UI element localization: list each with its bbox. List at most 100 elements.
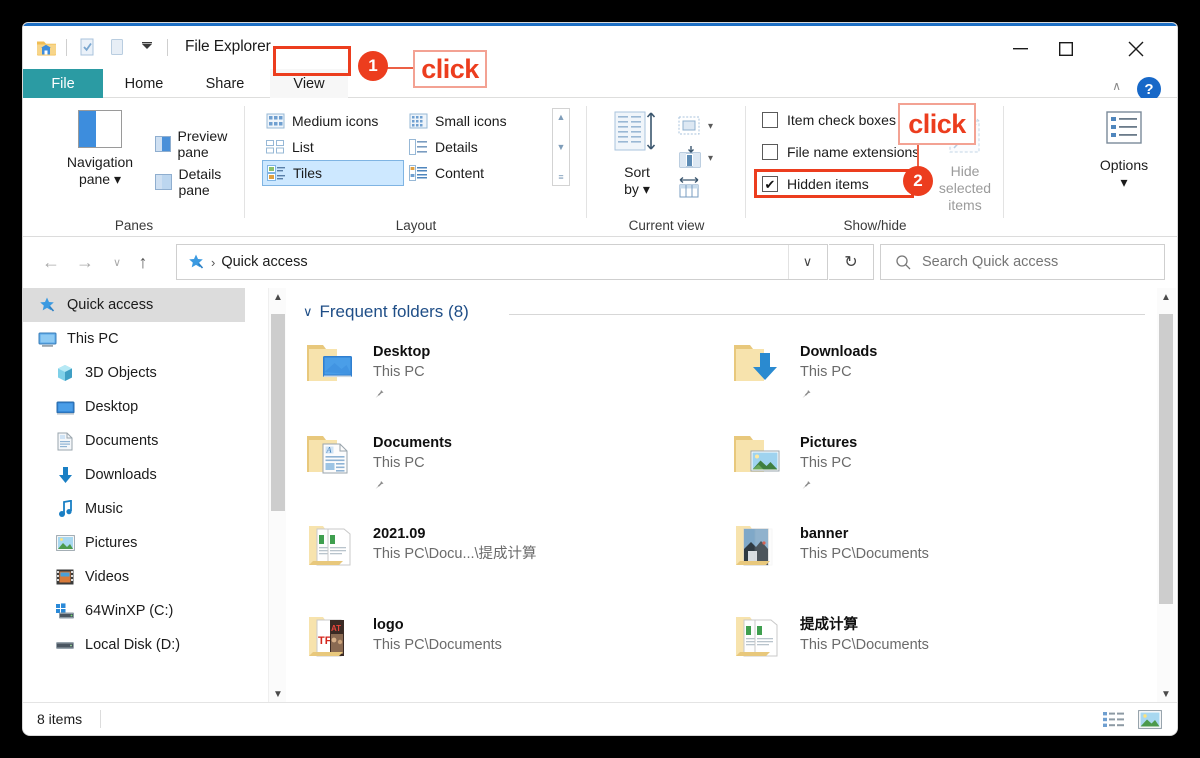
navigation-pane-button[interactable]: Navigation pane ▾ <box>45 110 155 206</box>
tile-subtitle: This PC <box>373 364 425 380</box>
tile-item[interactable]: A Documents This PC <box>303 425 730 516</box>
breadcrumb-separator: › <box>211 254 216 270</box>
sidebar-item-local-disk-d[interactable]: Local Disk (D:) <box>23 628 245 662</box>
checkbox[interactable] <box>762 112 778 128</box>
sidebar-item-quick-access[interactable]: Quick access <box>23 288 245 322</box>
sidebar-item-label: This PC <box>67 331 119 347</box>
layout-medium-icons[interactable]: Medium icons <box>262 108 404 134</box>
hidden-items-checkbox[interactable]: ✔ Hidden items <box>762 176 869 192</box>
details-pane-icon <box>155 174 172 190</box>
refresh-button[interactable]: ↻ <box>829 244 874 280</box>
scroll-down-icon[interactable]: ▼ <box>1157 685 1175 703</box>
details-view-icon[interactable] <box>1101 708 1127 730</box>
tiles-icon <box>267 165 286 181</box>
scrollbar-thumb[interactable] <box>271 314 285 511</box>
tile-name: Documents <box>373 435 452 451</box>
tab-file[interactable]: File <box>23 69 103 98</box>
address-dropdown-button[interactable]: ∨ <box>788 245 826 279</box>
scroll-up-icon[interactable]: ▲ <box>269 288 287 306</box>
layout-details[interactable]: Details <box>405 134 547 160</box>
tile-item[interactable]: banner This PC\Documents <box>730 516 1157 607</box>
preview-pane-button[interactable]: Preview pane <box>155 128 245 160</box>
tile-item[interactable]: 提成计算 This PC\Documents <box>730 607 1157 698</box>
sidebar-item-music[interactable]: Music <box>23 492 245 526</box>
tile-item[interactable]: TFLI AT logo This PC\Documents <box>303 607 730 698</box>
group-by-button[interactable]: ▾ <box>677 112 729 140</box>
layout-label: Medium icons <box>292 113 379 129</box>
scroll-up-icon[interactable]: ▲ <box>557 112 566 122</box>
up-button[interactable]: ↑ <box>129 248 157 276</box>
scroll-up-icon[interactable]: ▲ <box>1157 288 1175 306</box>
item-check-boxes-checkbox[interactable]: Item check boxes <box>762 112 896 128</box>
size-all-columns-button[interactable] <box>677 174 729 202</box>
details-pane-button[interactable]: Details pane <box>155 166 245 198</box>
sidebar-item-label: Pictures <box>85 535 138 551</box>
group-by-icon <box>678 116 700 135</box>
ribbon-tab-bar: File Home Share View <box>23 69 1177 98</box>
new-folder-icon[interactable] <box>102 32 132 62</box>
folder-pictures-icon <box>730 430 786 480</box>
scroll-down-icon[interactable]: ▼ <box>269 685 287 703</box>
file-name-extensions-checkbox[interactable]: File name extensions <box>762 144 919 160</box>
tile-item[interactable]: Pictures This PC <box>730 425 1157 516</box>
scrollbar-thumb[interactable] <box>1159 314 1173 604</box>
sort-by-icon <box>614 110 660 159</box>
tile-name: 提成计算 <box>800 617 858 633</box>
navigation-pane-scrollbar[interactable]: ▲ ▼ <box>268 288 286 703</box>
frequent-folders-group-header[interactable]: ∨ Frequent folders (8) <box>303 302 469 322</box>
folder-icon[interactable] <box>31 32 61 62</box>
search-input[interactable] <box>922 254 1122 270</box>
chevron-down-icon: ▾ <box>708 120 714 132</box>
sidebar-item-documents[interactable]: Documents <box>23 424 245 458</box>
checkbox-checked[interactable]: ✔ <box>762 176 778 192</box>
sidebar-item-pictures[interactable]: Pictures <box>23 526 245 560</box>
details-icon <box>409 139 428 155</box>
options-button[interactable]: Options ▾ <box>1089 110 1159 208</box>
chevron-down-icon[interactable]: ∨ <box>303 304 313 320</box>
navigation-pane-icon <box>78 110 122 148</box>
large-icons-view-icon[interactable] <box>1137 708 1163 730</box>
sidebar-item-3d-objects[interactable]: 3D Objects <box>23 356 245 390</box>
sidebar-item-label: 3D Objects <box>85 365 157 381</box>
gallery-expand-icon[interactable]: ≡ <box>558 172 563 182</box>
collapse-ribbon-icon[interactable]: ∧ <box>1112 79 1121 93</box>
group-divider <box>509 314 1145 315</box>
sidebar-item-videos[interactable]: Videos <box>23 560 245 594</box>
folder-docs-preview-icon <box>303 521 359 571</box>
layout-list[interactable]: List <box>262 134 404 160</box>
forward-button[interactable]: → <box>71 248 99 276</box>
back-button[interactable]: ← <box>37 248 65 276</box>
file-list-scrollbar[interactable]: ▲ ▼ <box>1157 288 1176 703</box>
layout-tiles[interactable]: Tiles <box>262 160 404 186</box>
tile-item[interactable]: 2021.09 This PC\Docu...\提成计算 <box>303 516 730 607</box>
layout-gallery-scrollbar[interactable]: ▲ ▼ ≡ <box>552 108 570 186</box>
layout-content[interactable]: Content <box>405 160 547 186</box>
recent-locations-button[interactable]: ∨ <box>103 248 131 276</box>
sidebar-item-downloads[interactable]: Downloads <box>23 458 245 492</box>
status-bar: 8 items <box>23 702 1177 735</box>
address-input[interactable]: › Quick access <box>176 244 828 280</box>
checkbox[interactable] <box>762 144 778 160</box>
properties-icon[interactable] <box>72 32 102 62</box>
sidebar-item-label: Videos <box>85 569 130 585</box>
layout-label: Details <box>435 139 478 155</box>
close-button[interactable] <box>1113 29 1159 69</box>
customize-dropdown-icon[interactable] <box>132 32 162 62</box>
tile-item[interactable]: Downloads This PC <box>730 334 1157 425</box>
search-box[interactable] <box>880 244 1165 280</box>
breadcrumb-path[interactable]: Quick access <box>221 254 307 270</box>
sidebar-item-this-pc[interactable]: This PC <box>23 322 245 356</box>
sidebar-item-64winxp-c[interactable]: 64WinXP (C:) <box>23 594 245 628</box>
preview-pane-label: Preview pane <box>177 128 228 160</box>
scroll-down-icon[interactable]: ▼ <box>557 142 566 152</box>
add-columns-button[interactable]: ▾ <box>677 144 729 172</box>
tab-share[interactable]: Share <box>185 69 265 98</box>
sort-by-button[interactable]: Sort by ▾ <box>601 110 673 206</box>
minimize-button[interactable] <box>997 29 1043 69</box>
tab-view[interactable]: View <box>270 69 348 98</box>
sidebar-item-desktop[interactable]: Desktop <box>23 390 245 424</box>
tab-home[interactable]: Home <box>103 69 185 98</box>
layout-small-icons[interactable]: Small icons <box>405 108 547 134</box>
tile-item[interactable]: Desktop This PC <box>303 334 730 425</box>
maximize-button[interactable] <box>1043 29 1089 69</box>
